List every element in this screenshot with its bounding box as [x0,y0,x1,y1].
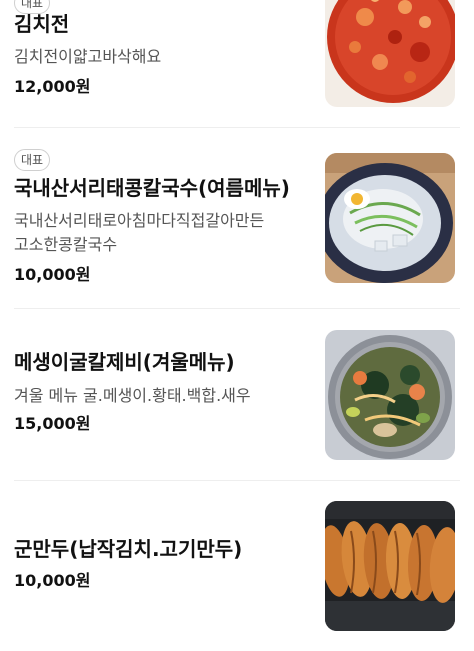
menu-item-seaweed-oyster-noodle[interactable]: 메생이굴칼제비(겨울메뉴) 겨울 메뉴 굴.메생이.황태.백합.새우 15,00… [0,309,474,480]
menu-item-soybean-noodle-soup[interactable]: 대표 국내산서리태콩칼국수(여름메뉴) 국내산서리태로아침마다직접갈아만든 고소… [0,128,474,308]
menu-item-kimchi-pancake[interactable]: 대표 김치전 김치전이얇고바삭해요 12,000원 [0,0,474,127]
kimchi-pancake-image[interactable] [325,0,455,107]
menu-item-price: 10,000원 [14,265,91,284]
menu-item-price: 10,000원 [14,571,91,590]
menu-item-name: 김치전 [14,12,70,36]
menu-item-price: 15,000원 [14,414,91,433]
menu-item-name: 메생이굴칼제비(겨울메뉴) [14,350,235,374]
menu-item-description-line-1: 국내산서리태로아침마다직접갈아만든 [14,211,265,230]
menu-item-price: 12,000원 [14,77,91,96]
menu-item-description: 겨울 메뉴 굴.메생이.황태.백합.새우 [14,386,251,405]
menu-item-description-line-2: 고소한콩칼국수 [14,235,118,254]
menu-item-fried-dumplings[interactable]: 군만두(납작김치.고기만두) 10,000원 [0,481,474,651]
menu-item-description: 김치전이얇고바삭해요 [14,47,162,66]
soybean-noodle-soup-image[interactable] [325,153,455,283]
menu-item-name: 군만두(납작김치.고기만두) [14,537,243,561]
signature-badge: 대표 [14,149,51,171]
seaweed-oyster-noodle-image[interactable] [325,330,455,460]
fried-dumplings-image[interactable] [325,501,455,631]
menu-item-name: 국내산서리태콩칼국수(여름메뉴) [14,176,290,200]
